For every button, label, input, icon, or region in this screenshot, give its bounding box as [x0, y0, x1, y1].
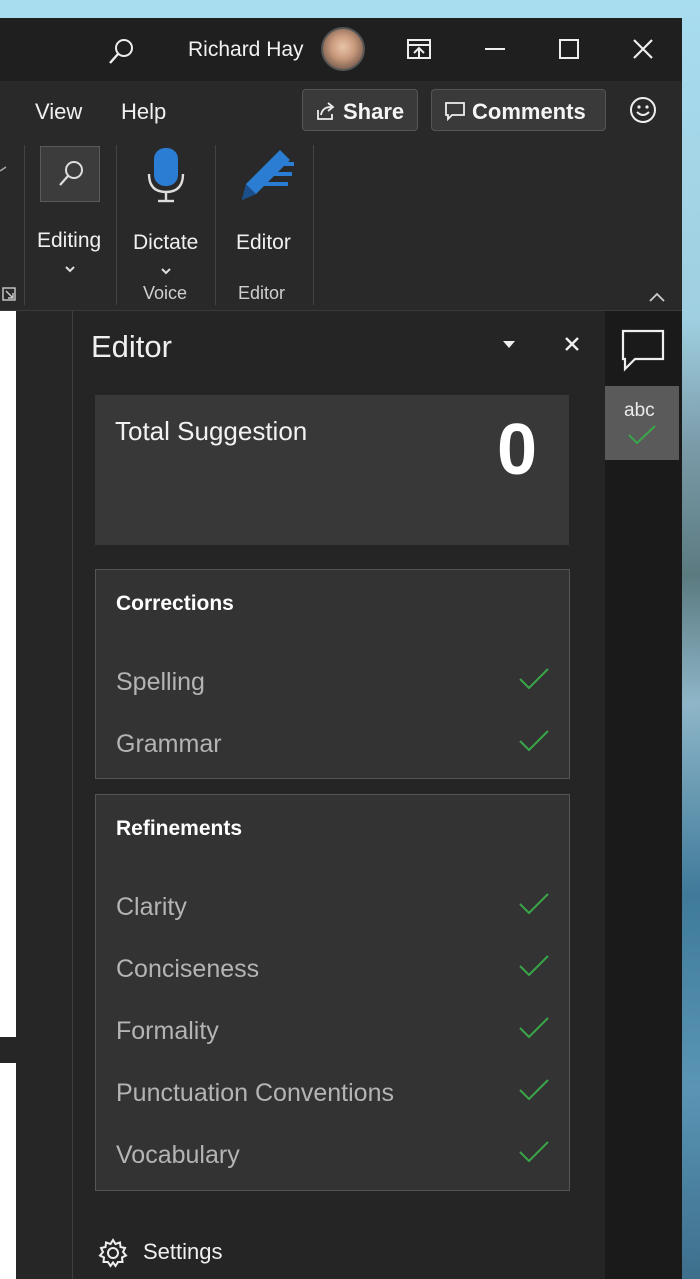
checkmark-icon — [519, 955, 549, 977]
checkmark-icon — [519, 668, 549, 690]
ribbon-divider — [116, 145, 117, 305]
user-name[interactable]: Richard Hay — [188, 38, 304, 62]
document-page[interactable] — [0, 1063, 16, 1279]
list-item-label: Spelling — [116, 668, 205, 696]
avatar[interactable] — [321, 27, 365, 71]
editor-pen-icon[interactable] — [236, 144, 296, 204]
list-item-label: Conciseness — [116, 955, 260, 983]
microphone-icon[interactable] — [146, 146, 186, 204]
comment-icon[interactable] — [619, 325, 667, 373]
partial-ribbon-icon — [0, 166, 7, 172]
minimize-icon[interactable] — [480, 34, 510, 64]
refinement-item-conciseness[interactable]: Conciseness — [96, 949, 569, 993]
checkmark-icon — [519, 730, 549, 752]
comments-button[interactable]: Comments — [431, 89, 606, 131]
checkmark-icon — [628, 425, 656, 445]
close-pane-icon[interactable] — [563, 335, 581, 353]
dialog-launcher-icon[interactable] — [2, 287, 16, 301]
correction-item-spelling[interactable]: Spelling — [96, 662, 569, 706]
comments-label: Comments — [472, 99, 586, 124]
refinement-item-formality[interactable]: Formality — [96, 1011, 569, 1055]
desktop-background-right — [682, 0, 700, 1279]
editor-group-label: Editor — [238, 283, 286, 303]
ribbon: Editing Dictate Voice Editor Editor — [0, 141, 682, 311]
total-suggestion-count: 0 — [496, 410, 537, 490]
collapse-ribbon-icon[interactable] — [648, 291, 666, 303]
editor-pane: Editor Total Suggestion 0 Corrections Sp… — [72, 311, 605, 1279]
chevron-down-icon[interactable] — [63, 264, 77, 274]
list-item-label: Punctuation Conventions — [116, 1079, 394, 1107]
pane-title: Editor — [91, 329, 172, 364]
share-icon — [317, 102, 335, 120]
dictate-label[interactable]: Dictate — [133, 231, 198, 255]
ribbon-divider — [313, 145, 314, 305]
editor-rail-button[interactable]: abc — [605, 386, 679, 460]
tab-help[interactable]: Help — [121, 99, 166, 125]
total-suggestion-card: Total Suggestion 0 — [95, 395, 569, 545]
checkmark-icon — [519, 893, 549, 915]
refinement-item-punctuation-conventions[interactable]: Punctuation Conventions — [96, 1073, 569, 1117]
word-window: Richard Hay View Help Share Comments Edi… — [0, 18, 682, 1279]
list-item-label: Vocabulary — [116, 1141, 240, 1169]
checkmark-icon — [519, 1141, 549, 1163]
share-label: Share — [343, 99, 405, 124]
ribbon-divider — [24, 145, 25, 305]
refinement-item-vocabulary[interactable]: Vocabulary — [96, 1135, 569, 1179]
share-button[interactable]: Share — [302, 89, 418, 131]
search-icon[interactable] — [107, 36, 137, 66]
ribbon-tab-row: View Help Share Comments — [0, 81, 682, 141]
editing-button[interactable] — [40, 146, 100, 202]
total-suggestion-label: Total Suggestion — [115, 416, 308, 446]
editor-label[interactable]: Editor — [236, 231, 291, 255]
list-item-label: Grammar — [116, 730, 222, 758]
corrections-section: Corrections Spelling Grammar — [95, 569, 570, 779]
chevron-down-icon[interactable] — [159, 266, 173, 276]
list-item-label: Clarity — [116, 893, 187, 921]
correction-item-grammar[interactable]: Grammar — [96, 724, 569, 768]
editing-label[interactable]: Editing — [37, 229, 101, 253]
settings-link[interactable]: Settings — [97, 1235, 297, 1271]
maximize-icon[interactable] — [554, 34, 584, 64]
refinements-title: Refinements — [116, 817, 243, 840]
refinements-section: Refinements Clarity Conciseness Formalit… — [95, 794, 570, 1191]
settings-label: Settings — [143, 1239, 223, 1264]
ribbon-display-icon[interactable] — [404, 34, 434, 64]
right-rail: abc — [605, 311, 682, 1279]
pane-options-icon[interactable] — [501, 339, 517, 349]
gear-icon — [98, 1238, 128, 1268]
comment-icon — [445, 102, 465, 121]
checkmark-icon — [519, 1079, 549, 1101]
desktop-background-top — [0, 0, 700, 18]
ribbon-divider — [215, 145, 216, 305]
search-icon — [59, 161, 83, 186]
document-page[interactable] — [0, 311, 16, 1037]
editor-rail-text: abc — [624, 400, 655, 421]
tab-view[interactable]: View — [35, 99, 82, 125]
title-bar: Richard Hay — [0, 18, 682, 81]
refinement-item-clarity[interactable]: Clarity — [96, 887, 569, 931]
document-area[interactable] — [0, 311, 72, 1279]
voice-group-label: Voice — [143, 283, 188, 303]
list-item-label: Formality — [116, 1017, 219, 1045]
checkmark-icon — [519, 1017, 549, 1039]
close-icon[interactable] — [628, 34, 658, 64]
corrections-title: Corrections — [116, 592, 234, 615]
feedback-smiley-icon[interactable] — [628, 95, 658, 125]
